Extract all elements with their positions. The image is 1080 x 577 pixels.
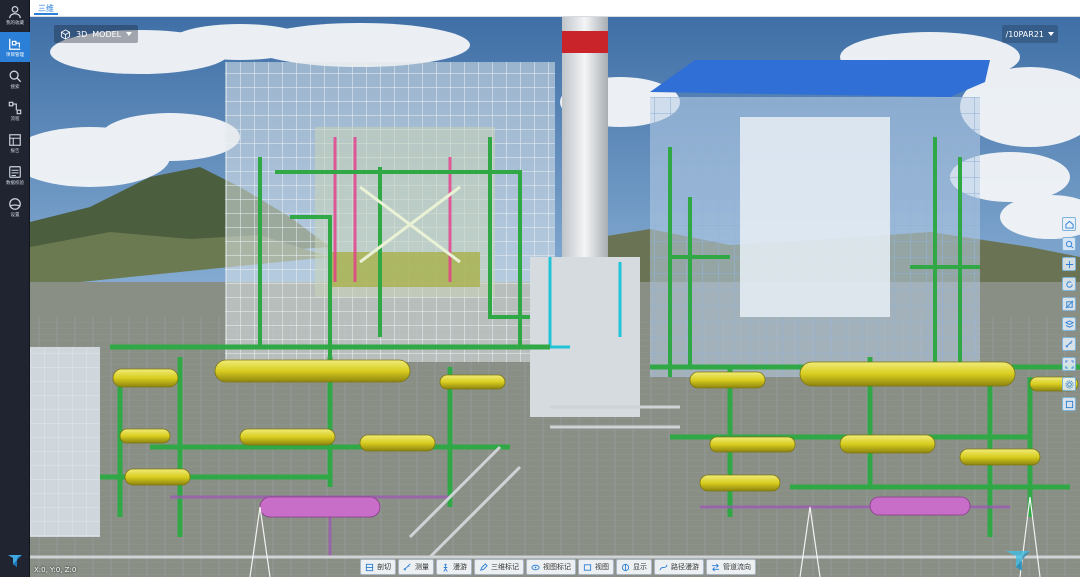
home-view-button[interactable] <box>1062 217 1076 231</box>
data-check-icon <box>9 165 21 178</box>
right-toolbar <box>1062 217 1076 411</box>
view-markup-icon <box>531 564 540 570</box>
layers-icon <box>1064 319 1074 328</box>
section-icon <box>1065 300 1073 308</box>
display-icon <box>621 563 630 571</box>
sidebar-item-label: 搜索 <box>10 83 20 90</box>
walk-button[interactable]: 漫游 <box>436 559 472 575</box>
settings-icon <box>9 197 21 210</box>
model-label: MODEL <box>92 29 122 39</box>
markup-icon <box>480 562 488 571</box>
cut-button[interactable]: 剖切 <box>360 559 396 575</box>
sidebar-item-label: 项目管理 <box>5 51 24 58</box>
user-icon <box>9 5 21 18</box>
walk-label: 漫游 <box>453 563 467 571</box>
mode-label: 3D <box>76 29 88 39</box>
view-icon <box>583 563 592 571</box>
measure-icon <box>1065 340 1073 348</box>
display-button[interactable]: 显示 <box>616 559 652 575</box>
flow-direction-button[interactable]: 管道流向 <box>706 559 756 575</box>
display-label: 显示 <box>633 563 647 571</box>
markup-label: 三维标记 <box>491 563 519 571</box>
plant-3d-model[interactable] <box>30 17 1080 577</box>
project-icon <box>9 38 21 50</box>
tab-3d-view[interactable]: 三维 <box>34 2 58 15</box>
fit-button[interactable] <box>1062 357 1076 371</box>
view-label: 视图 <box>595 563 609 571</box>
chevron-down-icon <box>1048 32 1054 36</box>
view-button[interactable]: 视图 <box>578 559 614 575</box>
sidebar-item-search[interactable]: 搜索 <box>0 64 30 94</box>
3d-viewport[interactable]: 3D MODEL /10PAR21 X:0, Y:0, Z:0 剖切 测量 漫游… <box>30 17 1080 577</box>
view-markup-label: 视图标记 <box>543 563 571 571</box>
sidebar-item-label: 我的收藏 <box>5 19 24 26</box>
bottom-toolbar: 剖切 测量 漫游 三维标记 视图标记 视图 显示 路径漫游 管道流向 <box>360 559 756 575</box>
layer-label: /10PAR21 <box>1005 29 1044 39</box>
cube-icon <box>60 28 71 40</box>
path-walk-label: 路径漫游 <box>671 563 699 571</box>
view-markup-button[interactable]: 视图标记 <box>526 559 576 575</box>
sidebar-item-label: 数据校验 <box>5 179 24 186</box>
zoom-icon <box>1065 240 1073 248</box>
sidebar-item-label: 流程 <box>10 115 20 122</box>
flow-icon <box>8 101 22 114</box>
home-view-icon <box>1064 220 1074 229</box>
pan-button[interactable] <box>1062 257 1076 271</box>
sidebar-item-favorites[interactable]: 我的收藏 <box>0 0 30 30</box>
brand-logo-icon <box>8 555 22 567</box>
settings-icon <box>1064 379 1074 389</box>
view-mode-dropdown[interactable]: 3D MODEL <box>54 25 139 43</box>
fullscreen-button[interactable] <box>1062 397 1076 411</box>
walk-icon <box>443 563 448 572</box>
cut-icon <box>365 563 374 571</box>
layers-button[interactable] <box>1062 317 1076 331</box>
zoom-button[interactable] <box>1062 237 1076 251</box>
measure-button[interactable]: 测量 <box>398 559 434 575</box>
app-window: 我的收藏 项目管理 搜索 流程 报告 数据校验 设置 三维 3D MODEL /… <box>0 0 1080 577</box>
sidebar-item-flow[interactable]: 流程 <box>0 96 30 126</box>
pan-icon <box>1065 260 1073 268</box>
flow-direction-icon <box>711 563 720 571</box>
fullscreen-icon <box>1065 400 1073 408</box>
tab-bar: 三维 <box>30 0 1080 17</box>
measure-icon <box>403 563 411 571</box>
search-icon <box>9 70 22 82</box>
layer-dropdown[interactable]: /10PAR21 <box>1001 25 1058 43</box>
sidebar-item-label: 设置 <box>10 211 20 218</box>
rotate-button[interactable] <box>1062 277 1076 291</box>
sidebar-item-report[interactable]: 报告 <box>0 128 30 158</box>
watermark-logo-icon <box>1006 551 1030 571</box>
coordinate-readout: X:0, Y:0, Z:0 <box>34 566 77 574</box>
sidebar-item-label: 报告 <box>10 147 20 154</box>
flow-direction-label: 管道流向 <box>723 563 751 571</box>
chevron-down-icon <box>126 32 133 36</box>
sidebar-item-settings[interactable]: 设置 <box>0 192 30 222</box>
viewer-settings-button[interactable] <box>1062 377 1076 391</box>
sidebar-item-data-check[interactable]: 数据校验 <box>0 160 30 190</box>
sidebar-item-project[interactable]: 项目管理 <box>0 32 30 62</box>
path-walk-button[interactable]: 路径漫游 <box>654 559 704 575</box>
section-button[interactable] <box>1062 297 1076 311</box>
markup-button[interactable]: 三维标记 <box>474 559 524 575</box>
measure-tool-button[interactable] <box>1062 337 1076 351</box>
measure-label: 测量 <box>415 563 429 571</box>
fit-icon <box>1064 359 1074 369</box>
sidebar: 我的收藏 项目管理 搜索 流程 报告 数据校验 设置 <box>0 0 30 577</box>
path-icon <box>659 564 668 570</box>
report-icon <box>9 133 21 146</box>
cut-label: 剖切 <box>377 563 391 571</box>
rotate-icon <box>1065 280 1073 288</box>
